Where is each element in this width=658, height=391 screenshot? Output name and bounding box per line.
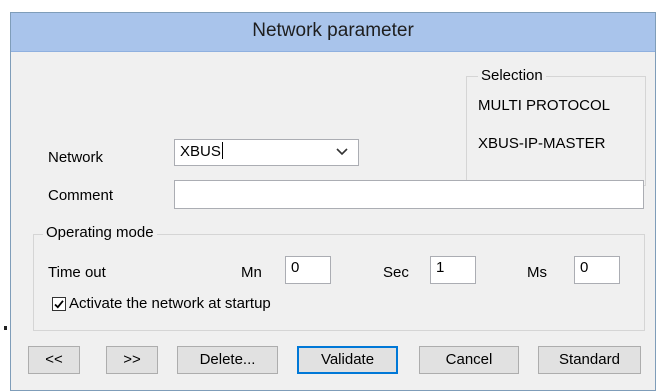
validate-button[interactable]: Validate <box>297 346 398 374</box>
selection-group <box>466 76 646 186</box>
checkmark-icon <box>54 300 64 309</box>
delete-button[interactable]: Delete... <box>177 346 278 374</box>
comment-field[interactable] <box>174 180 644 209</box>
network-label: Network <box>48 149 104 166</box>
sec-label: Sec <box>383 264 409 281</box>
window-title: Network parameter <box>252 20 414 41</box>
activate-at-startup-checkbox[interactable] <box>52 297 66 311</box>
sec-field[interactable]: 1 <box>430 256 476 284</box>
activate-at-startup-label[interactable]: Activate the network at startup <box>69 295 271 312</box>
network-parameter-dialog: Network parameter Selection MULTI PROTOC… <box>10 12 656 391</box>
mn-label: Mn <box>241 264 262 281</box>
text-caret <box>221 142 223 159</box>
ms-label: Ms <box>527 264 547 281</box>
ms-field[interactable]: 0 <box>574 256 620 284</box>
edge-mark <box>4 326 7 330</box>
mn-field[interactable]: 0 <box>285 256 331 284</box>
operating-mode-group <box>33 234 645 331</box>
next-button[interactable]: >> <box>106 346 158 374</box>
network-combobox[interactable]: XBUS <box>174 139 359 166</box>
selection-item-multi-protocol[interactable]: MULTI PROTOCOL <box>478 97 610 114</box>
cancel-button[interactable]: Cancel <box>419 346 519 374</box>
time-out-label: Time out <box>48 264 106 281</box>
selection-group-title: Selection <box>478 67 546 84</box>
standard-button[interactable]: Standard <box>538 346 641 374</box>
title-bar[interactable]: Network parameter <box>11 13 655 52</box>
previous-button[interactable]: << <box>28 346 80 374</box>
chevron-down-icon[interactable] <box>336 144 348 158</box>
network-value: XBUS <box>180 143 221 160</box>
operating-mode-title: Operating mode <box>43 224 157 241</box>
comment-label: Comment <box>48 187 114 204</box>
selection-item-xbus-ip-master[interactable]: XBUS-IP-MASTER <box>478 135 606 152</box>
